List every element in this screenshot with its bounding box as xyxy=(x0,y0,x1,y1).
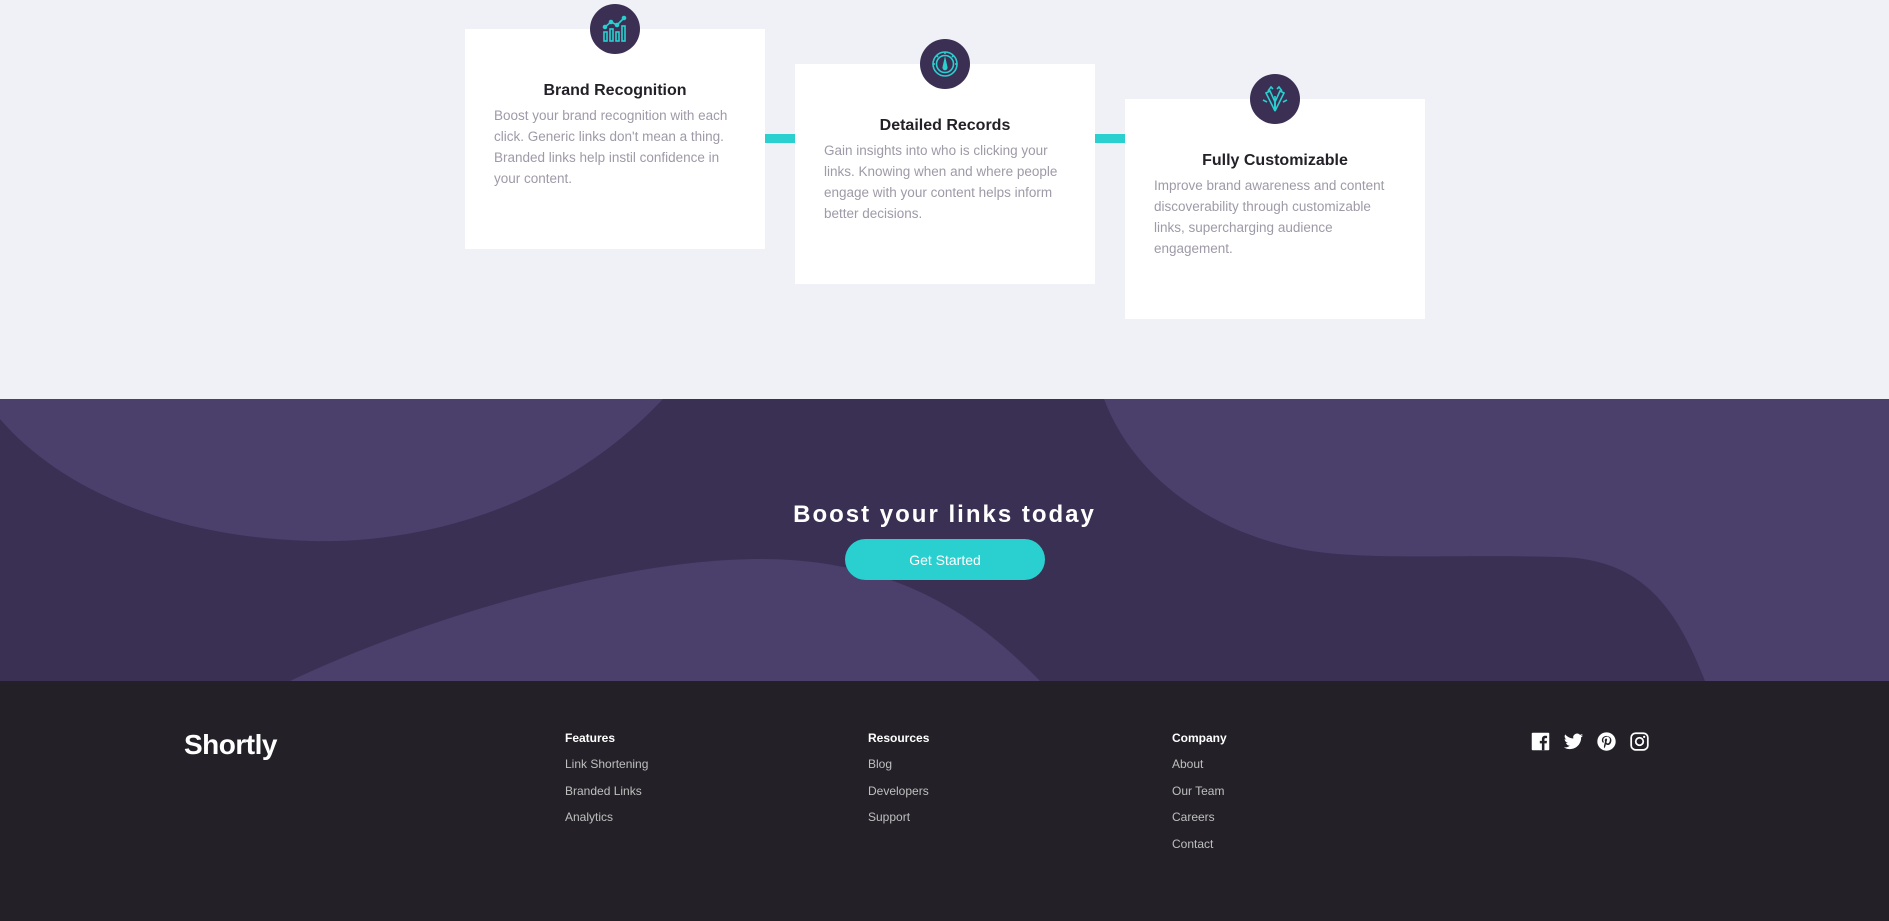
twitter-icon[interactable] xyxy=(1563,731,1584,752)
feature-description: Gain insights into who is clicking your … xyxy=(824,143,1058,221)
feature-card-fully-customizable: Fully Customizable Improve brand awarene… xyxy=(1125,74,1425,319)
bar-chart-icon xyxy=(602,15,627,42)
card-connector xyxy=(765,134,795,143)
footer-link-branded-links[interactable]: Branded Links xyxy=(565,784,648,811)
card-connector xyxy=(1095,134,1125,143)
footer-link-link-shortening[interactable]: Link Shortening xyxy=(565,757,648,784)
social-links xyxy=(1530,731,1650,752)
footer-link-about[interactable]: About xyxy=(1172,757,1227,784)
footer-column-features: Features Link Shortening Branded Links A… xyxy=(565,731,648,837)
instagram-icon[interactable] xyxy=(1629,731,1650,752)
boost-section: Boost your links today Get Started xyxy=(0,399,1889,681)
feature-badge xyxy=(590,4,640,54)
footer-link-support[interactable]: Support xyxy=(868,810,929,837)
footer-column-resources: Resources Blog Developers Support xyxy=(868,731,929,837)
get-started-button[interactable]: Get Started xyxy=(845,539,1045,580)
footer-link-developers[interactable]: Developers xyxy=(868,784,929,811)
feature-title: Fully Customizable xyxy=(1202,152,1348,169)
footer-column-heading: Features xyxy=(565,731,616,745)
feature-description: Improve brand awareness and content disc… xyxy=(1154,178,1385,256)
feature-title: Brand Recognition xyxy=(543,82,687,99)
footer-link-careers[interactable]: Careers xyxy=(1172,810,1227,837)
footer-column-heading: Resources xyxy=(868,731,930,745)
site-footer: Shortly Features Link Shortening Branded… xyxy=(0,681,1889,921)
brushes-icon xyxy=(1262,85,1288,112)
footer-link-blog[interactable]: Blog xyxy=(868,757,929,784)
feature-description: Boost your brand recognition with each c… xyxy=(494,108,728,186)
feature-badge xyxy=(1250,74,1300,124)
facebook-icon[interactable] xyxy=(1530,731,1551,752)
feature-badge xyxy=(920,39,970,89)
feature-title: Detailed Records xyxy=(879,117,1011,134)
features-section: Brand Recognition Boost your brand recog… xyxy=(0,0,1889,399)
feature-card-brand-recognition: Brand Recognition Boost your brand recog… xyxy=(465,4,765,249)
footer-column-heading: Company xyxy=(1172,731,1227,745)
footer-link-analytics[interactable]: Analytics xyxy=(565,810,648,837)
footer-link-our-team[interactable]: Our Team xyxy=(1172,784,1227,811)
footer-logo[interactable]: Shortly xyxy=(184,729,277,761)
footer-link-contact[interactable]: Contact xyxy=(1172,837,1227,864)
footer-column-company: Company About Our Team Careers Contact xyxy=(1172,731,1227,863)
boost-heading: Boost your links today xyxy=(793,501,1096,528)
feature-card-detailed-records: Detailed Records Gain insights into who … xyxy=(795,39,1095,284)
pinterest-icon[interactable] xyxy=(1596,731,1617,752)
speedometer-icon xyxy=(932,51,958,77)
